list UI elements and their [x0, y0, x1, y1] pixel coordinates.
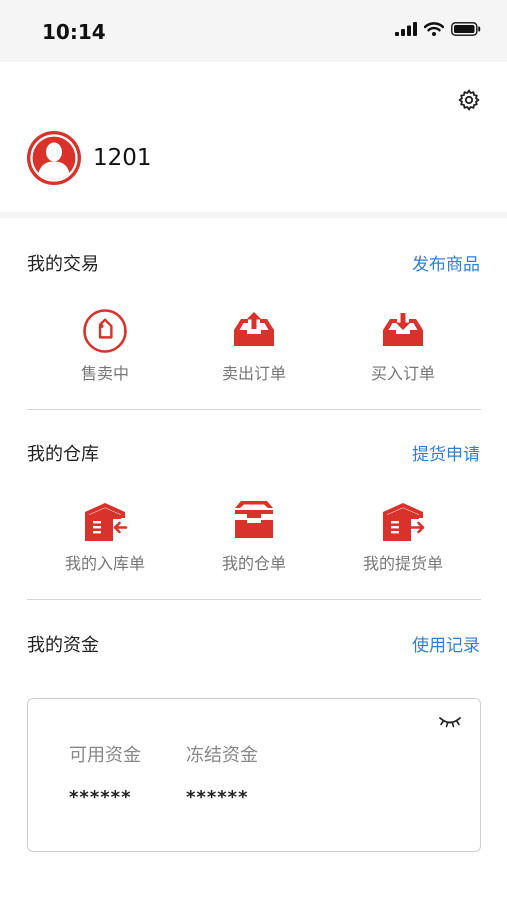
trade-item-label: 售卖中 — [80, 364, 129, 383]
tray-upload-icon — [234, 312, 274, 346]
warehouse-item-label: 我的入库单 — [64, 554, 145, 573]
divider — [27, 599, 481, 600]
warehouse-item-label: 我的仓单 — [221, 554, 286, 573]
warehouse-section-title: 我的仓库 — [27, 444, 99, 465]
trade-item-bought-orders[interactable]: 买入订单 — [338, 308, 468, 384]
status-time: 10:14 — [42, 20, 106, 44]
avatar[interactable] — [27, 131, 81, 185]
wifi-icon — [424, 22, 444, 36]
warehouse-in-icon — [85, 503, 128, 541]
available-funds-value: ****** — [69, 787, 132, 808]
username: 1201 — [93, 145, 152, 171]
battery-icon — [451, 22, 481, 36]
warehouse-item-pickup[interactable]: 我的提货单 — [338, 498, 468, 574]
gear-icon[interactable] — [457, 88, 481, 112]
warehouse-out-icon — [383, 503, 425, 541]
trade-item-sold-orders[interactable]: 卖出订单 — [189, 308, 319, 384]
warehouse-item-label: 我的提货单 — [362, 554, 443, 573]
price-tag-icon — [83, 309, 127, 353]
status-bar: 10:14 — [0, 0, 507, 62]
profile-header: 1201 — [0, 62, 507, 212]
available-funds: 可用资金 ****** — [69, 741, 141, 808]
divider — [27, 409, 481, 410]
tray-download-icon — [383, 313, 423, 346]
publish-product-link[interactable]: 发布商品 — [412, 250, 480, 275]
main-content: 我的交易 发布商品 售卖中 卖出订单 买入订单 我的仓库 提货申请 我的入库单 … — [0, 218, 507, 900]
frozen-funds: 冻结资金 ****** — [186, 741, 258, 808]
frozen-funds-value: ****** — [186, 787, 249, 808]
trade-item-label: 买入订单 — [370, 364, 435, 383]
frozen-funds-label: 冻结资金 — [186, 745, 258, 766]
signal-icon — [395, 22, 417, 36]
trade-item-label: 卖出订单 — [221, 364, 286, 383]
trade-item-selling[interactable]: 售卖中 — [40, 308, 170, 384]
status-icons — [395, 22, 481, 36]
usage-record-link[interactable]: 使用记录 — [412, 631, 480, 656]
warehouse-item-receipt[interactable]: 我的仓单 — [189, 498, 319, 574]
warehouse-receipt-icon — [235, 501, 273, 538]
eye-closed-icon[interactable] — [438, 715, 462, 729]
user-avatar-icon — [30, 134, 78, 182]
fund-card: 可用资金 ****** 冻结资金 ****** — [27, 698, 481, 852]
funds-section-title: 我的资金 — [27, 635, 99, 656]
warehouse-item-inbound[interactable]: 我的入库单 — [40, 498, 170, 574]
trade-section-title: 我的交易 — [27, 254, 99, 275]
pickup-apply-link[interactable]: 提货申请 — [412, 440, 480, 465]
available-funds-label: 可用资金 — [69, 745, 141, 766]
